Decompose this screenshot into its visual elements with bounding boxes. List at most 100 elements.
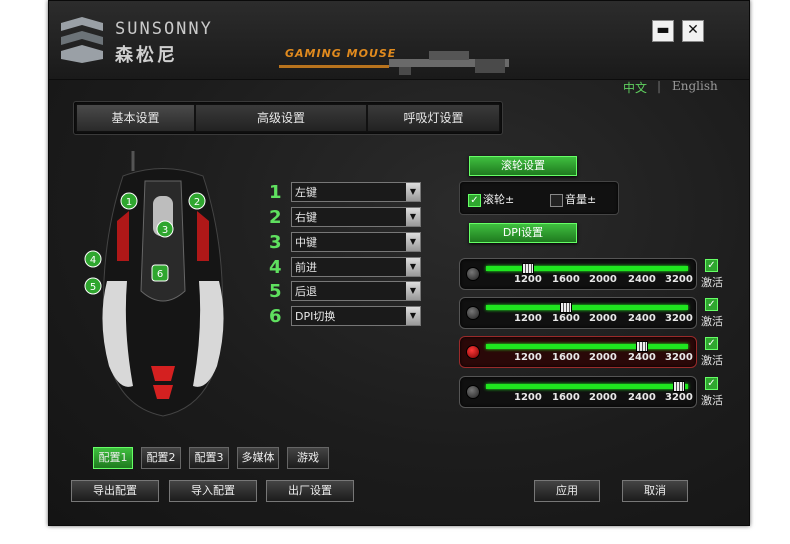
close-button[interactable]: ✕ bbox=[682, 20, 704, 42]
checkbox-checked-icon[interactable]: ✓ bbox=[705, 337, 718, 350]
button-number-2: 2 bbox=[269, 207, 282, 228]
wheel-volume-label: 音量± bbox=[565, 193, 597, 206]
button-number-3: 3 bbox=[269, 232, 282, 253]
dpi-tick-label: 2000 bbox=[589, 313, 617, 324]
settings-tabs: 基本设置 高级设置 呼吸灯设置 bbox=[73, 101, 503, 135]
dpi-tick-label: 3200 bbox=[665, 274, 693, 285]
wheel-volume-option[interactable]: 音量± bbox=[550, 191, 596, 207]
profile-button-3[interactable]: 配置3 bbox=[189, 447, 229, 469]
dpi-slider-track[interactable] bbox=[486, 344, 688, 349]
minimize-button[interactable]: ▬ bbox=[652, 20, 674, 42]
profile-button-2[interactable]: 配置2 bbox=[141, 447, 181, 469]
chevron-down-icon[interactable]: ▼ bbox=[406, 208, 420, 226]
checkbox-checked-icon[interactable]: ✓ bbox=[705, 377, 718, 390]
wheel-settings-box: ✓ 滚轮± 音量± bbox=[459, 181, 619, 215]
mouse-callout-1-label: 1 bbox=[126, 197, 132, 208]
dpi-level-row-3[interactable]: 1200 1600 2000 2400 3200 bbox=[459, 336, 697, 368]
checkbox-checked-icon[interactable]: ✓ bbox=[705, 298, 718, 311]
import-config-button[interactable]: 导入配置 bbox=[169, 480, 257, 502]
profile-button-1[interactable]: 配置1 bbox=[93, 447, 133, 469]
mouse-callout-6-label: 6 bbox=[157, 269, 163, 280]
button-1-value: 左键 bbox=[295, 186, 317, 199]
dpi-level-row-4[interactable]: 1200 1600 2000 2400 3200 bbox=[459, 376, 697, 408]
sunsonny-logo-icon bbox=[61, 17, 103, 63]
mouse-callout-2: 2 bbox=[188, 192, 206, 210]
dpi-activate-toggle-4[interactable]: ✓ 激活 bbox=[701, 377, 723, 408]
dpi-level-row-1[interactable]: 1200 1600 2000 2400 3200 bbox=[459, 258, 697, 290]
title-bar: SUNSONNY 森松尼 GAMING MOUSE ▬ ✕ bbox=[49, 1, 749, 80]
factory-reset-button[interactable]: 出厂设置 bbox=[266, 480, 354, 502]
dpi-tick-label: 1600 bbox=[552, 352, 580, 363]
chevron-down-icon[interactable]: ▼ bbox=[406, 183, 420, 201]
button-3-value: 中键 bbox=[295, 236, 317, 249]
dpi-level-radio-icon[interactable] bbox=[466, 267, 480, 281]
button-3-select[interactable]: 中键 ▼ bbox=[291, 232, 421, 252]
dpi-tick-label: 2000 bbox=[589, 274, 617, 285]
dpi-level-radio-icon[interactable] bbox=[466, 345, 480, 359]
button-4-select[interactable]: 前进 ▼ bbox=[291, 257, 421, 277]
mouse-callout-5: 5 bbox=[84, 277, 102, 295]
dpi-level-radio-icon[interactable] bbox=[466, 306, 480, 320]
brand-name-cn: 森松尼 bbox=[115, 45, 178, 66]
dpi-slider-thumb[interactable] bbox=[673, 381, 685, 392]
dpi-activate-toggle-1[interactable]: ✓ 激活 bbox=[701, 259, 723, 290]
apply-button[interactable]: 应用 bbox=[534, 480, 600, 502]
dpi-slider-track[interactable] bbox=[486, 384, 688, 389]
mouse-callout-2-label: 2 bbox=[194, 197, 200, 208]
button-number-6: 6 bbox=[269, 306, 282, 327]
mouse-callout-1: 1 bbox=[120, 192, 138, 210]
button-1-select[interactable]: 左键 ▼ bbox=[291, 182, 421, 202]
cancel-button[interactable]: 取消 bbox=[622, 480, 688, 502]
button-5-select[interactable]: 后退 ▼ bbox=[291, 281, 421, 301]
checkbox-unchecked-icon[interactable] bbox=[550, 193, 563, 207]
dpi-level-row-2[interactable]: 1200 1600 2000 2400 3200 bbox=[459, 297, 697, 329]
dpi-tick-label: 1200 bbox=[514, 392, 542, 403]
brand-name-en: SUNSONNY bbox=[115, 19, 213, 39]
lang-english-link[interactable]: English bbox=[672, 79, 718, 93]
mouse-callout-4: 4 bbox=[84, 250, 102, 268]
mouse-callout-6: 6 bbox=[151, 264, 169, 282]
dpi-tick-label: 2400 bbox=[628, 392, 656, 403]
button-6-value: DPI切换 bbox=[295, 310, 336, 323]
dpi-tick-label: 2400 bbox=[628, 352, 656, 363]
dpi-tick-label: 1200 bbox=[514, 274, 542, 285]
chevron-down-icon[interactable]: ▼ bbox=[406, 258, 420, 276]
tab-advanced-settings[interactable]: 高级设置 bbox=[196, 105, 367, 131]
lang-chinese-link[interactable]: 中文 bbox=[623, 79, 647, 96]
button-5-value: 后退 bbox=[295, 285, 317, 298]
dpi-tick-label: 3200 bbox=[665, 352, 693, 363]
mouse-callout-3: 3 bbox=[156, 220, 174, 238]
dpi-tick-label: 2000 bbox=[589, 392, 617, 403]
dpi-slider-thumb[interactable] bbox=[522, 263, 534, 274]
export-config-button[interactable]: 导出配置 bbox=[71, 480, 159, 502]
dpi-tick-label: 1200 bbox=[514, 352, 542, 363]
dpi-slider-track[interactable] bbox=[486, 305, 688, 310]
dpi-activate-toggle-2[interactable]: ✓ 激活 bbox=[701, 298, 723, 329]
chevron-down-icon[interactable]: ▼ bbox=[406, 233, 420, 251]
profile-button-game[interactable]: 游戏 bbox=[287, 447, 329, 469]
tab-breathing-light-settings[interactable]: 呼吸灯设置 bbox=[368, 105, 500, 131]
dpi-slider-thumb[interactable] bbox=[636, 341, 648, 352]
button-2-select[interactable]: 右键 ▼ bbox=[291, 207, 421, 227]
checkbox-checked-icon[interactable]: ✓ bbox=[468, 193, 481, 207]
dpi-tick-label: 2000 bbox=[589, 352, 617, 363]
dpi-tick-label: 1200 bbox=[514, 313, 542, 324]
button-number-4: 4 bbox=[269, 257, 282, 278]
wheel-scroll-label: 滚轮± bbox=[483, 193, 515, 206]
wheel-settings-header: 滚轮设置 bbox=[469, 156, 577, 176]
button-6-select[interactable]: DPI切换 ▼ bbox=[291, 306, 421, 326]
dpi-slider-thumb[interactable] bbox=[560, 302, 572, 313]
dpi-level-radio-icon[interactable] bbox=[466, 385, 480, 399]
lang-separator: | bbox=[657, 79, 662, 93]
dpi-activate-toggle-3[interactable]: ✓ 激活 bbox=[701, 337, 723, 368]
dpi-tick-label: 2400 bbox=[628, 274, 656, 285]
tab-basic-settings[interactable]: 基本设置 bbox=[77, 105, 195, 131]
chevron-down-icon[interactable]: ▼ bbox=[406, 307, 420, 325]
checkbox-checked-icon[interactable]: ✓ bbox=[705, 259, 718, 272]
app-window: SUNSONNY 森松尼 GAMING MOUSE ▬ ✕ 中文 | Engli… bbox=[48, 0, 750, 526]
wheel-scroll-option[interactable]: ✓ 滚轮± bbox=[468, 191, 514, 207]
profile-button-multimedia[interactable]: 多媒体 bbox=[237, 447, 279, 469]
button-4-value: 前进 bbox=[295, 261, 317, 274]
chevron-down-icon[interactable]: ▼ bbox=[406, 282, 420, 300]
dpi-slider-track[interactable] bbox=[486, 266, 688, 271]
